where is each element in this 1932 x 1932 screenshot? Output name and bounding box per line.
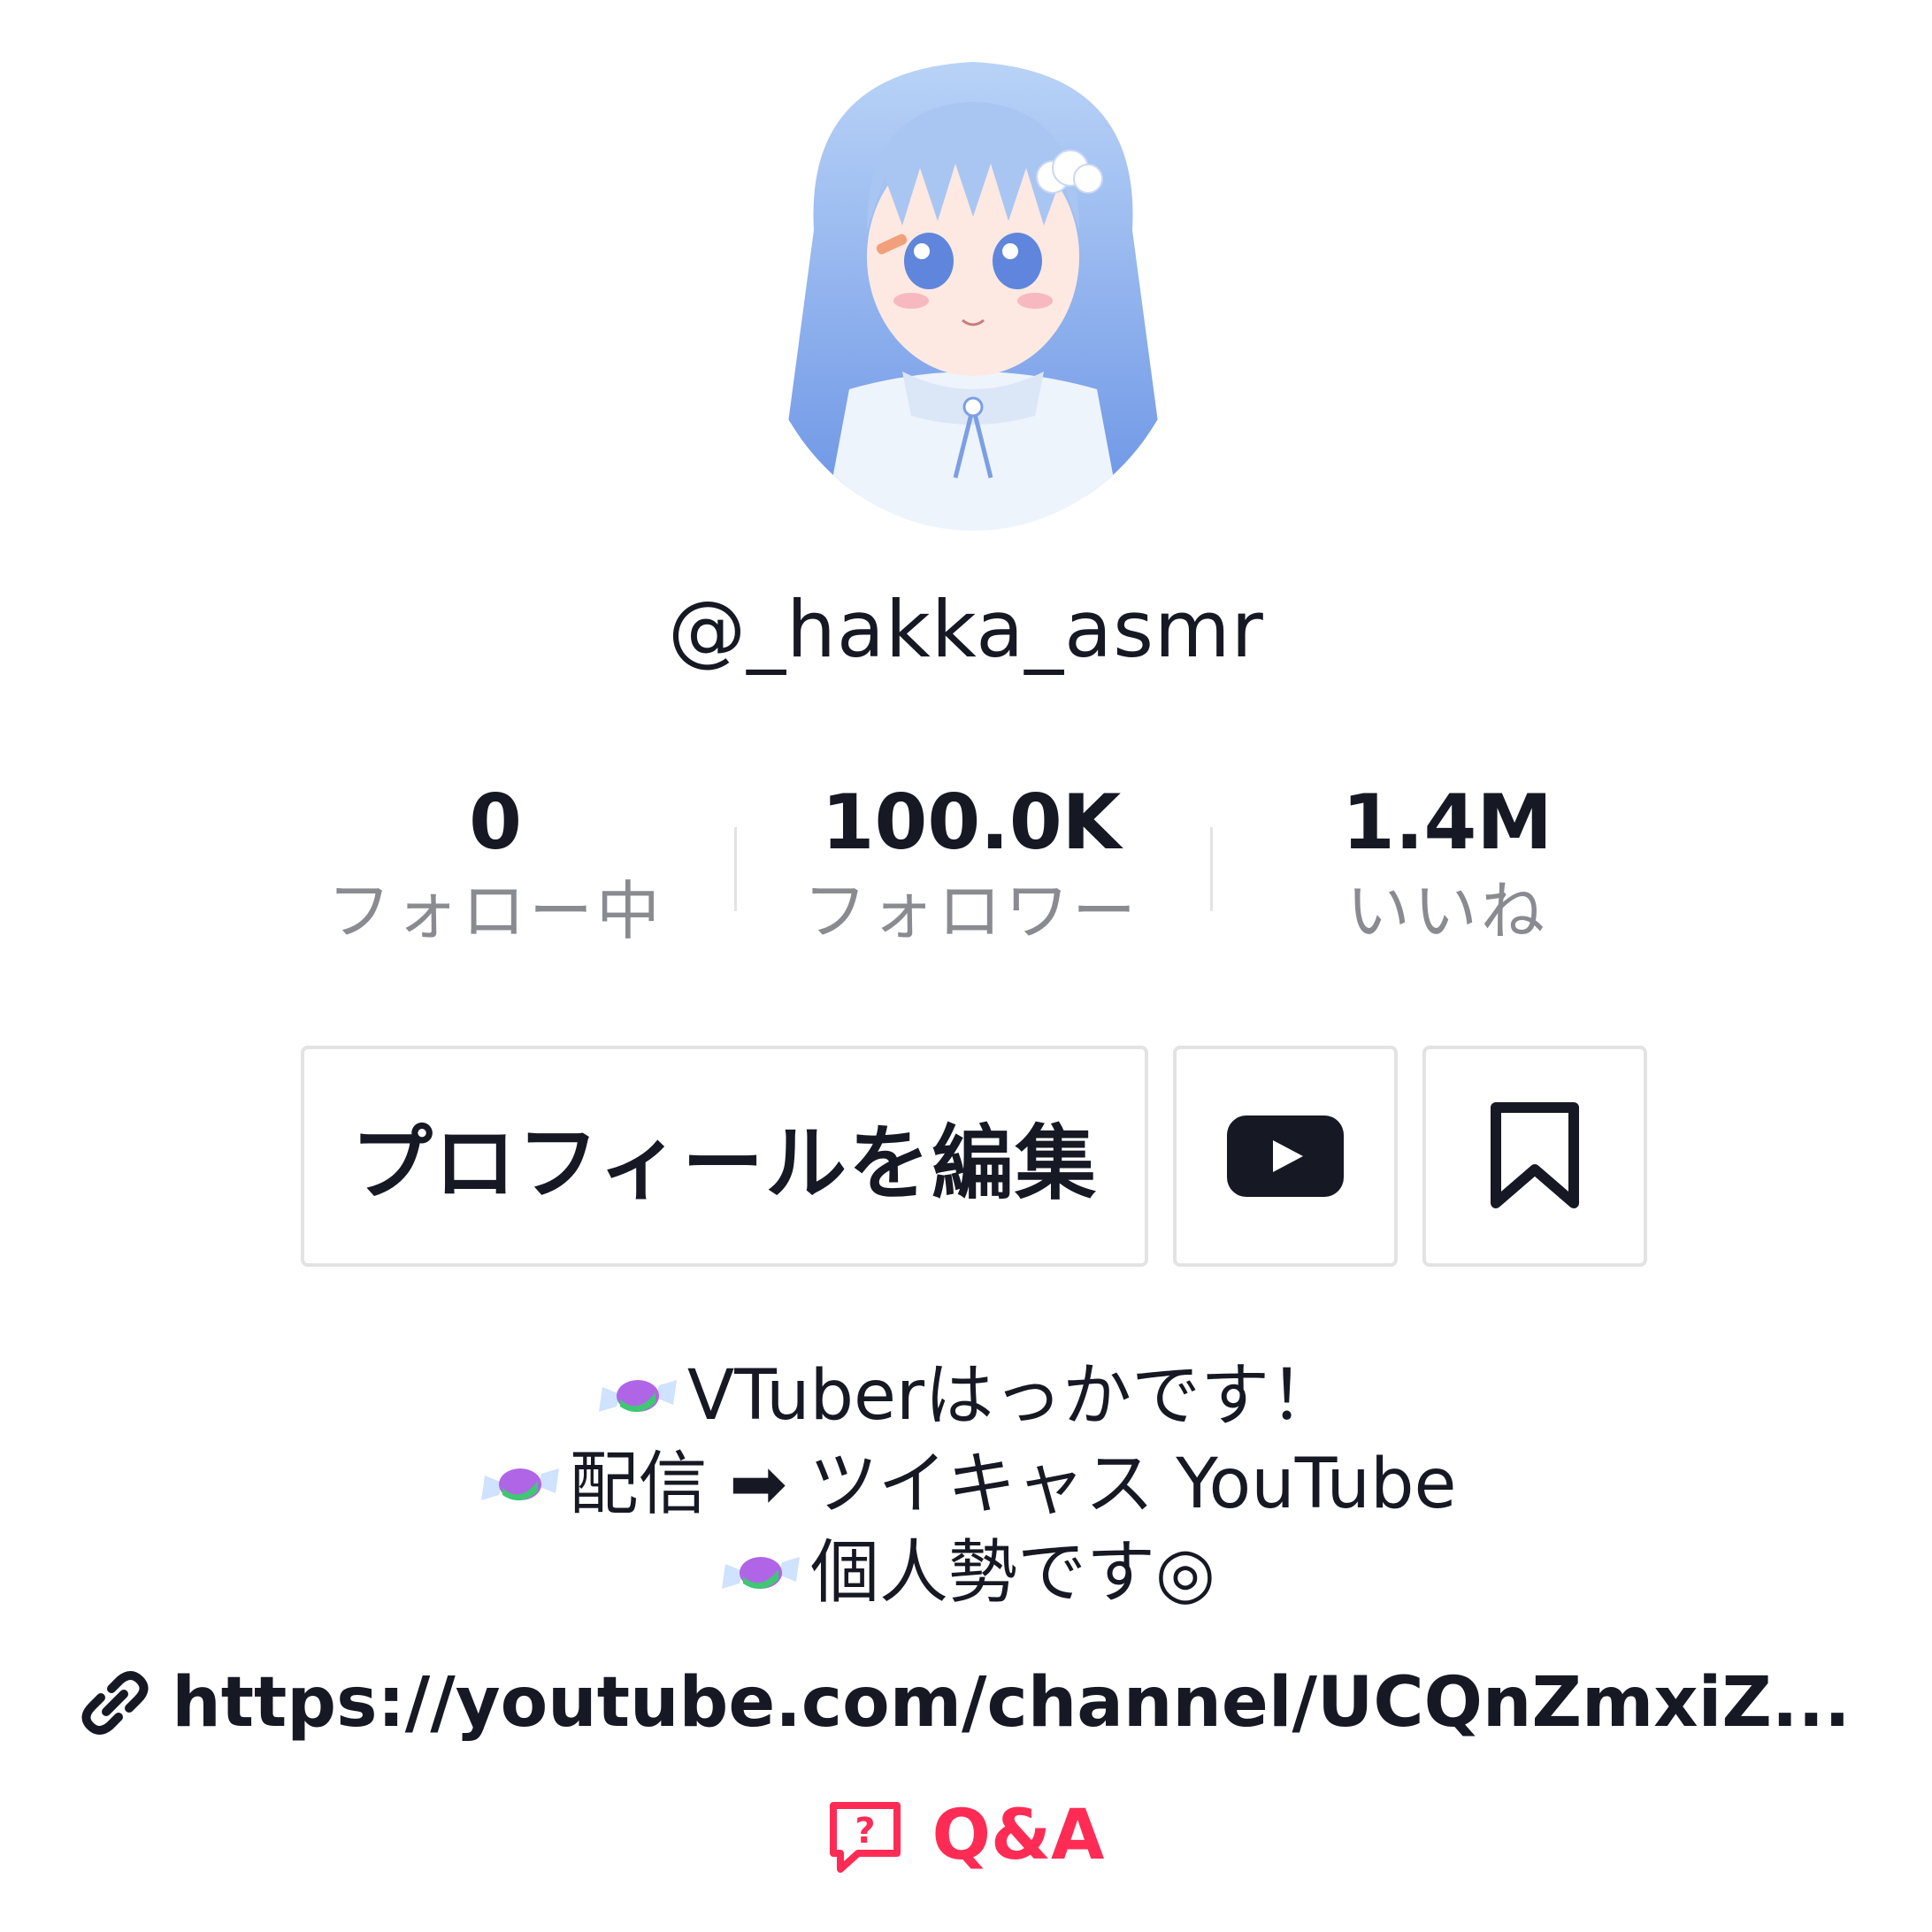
avatar-image: [752, 35, 1194, 531]
youtube-icon: [1227, 1116, 1344, 1197]
edit-profile-button[interactable]: プロフィールを編集: [301, 1046, 1148, 1267]
likes-label: いいね: [1346, 874, 1548, 948]
bio-line: 配信 ➡ ツイキャス YouTube: [0, 1440, 1932, 1529]
qa-button[interactable]: ? Q&A: [0, 1796, 1932, 1875]
avatar[interactable]: [752, 35, 1194, 531]
stat-followers[interactable]: 100.0K フォロワー: [777, 778, 1166, 955]
bio-line-3: 個人勢です◎: [809, 1533, 1216, 1613]
bio-line: 個人勢です◎: [0, 1529, 1932, 1617]
stat-divider: [1210, 827, 1213, 911]
profile-link-text[interactable]: https://youtube.com/channel/UCQnZmxiZ...: [172, 1663, 1851, 1743]
followers-count: 100.0K: [821, 778, 1122, 867]
following-label: フォロー中: [326, 874, 663, 948]
following-count: 0: [469, 778, 522, 867]
stat-likes[interactable]: 1.4M いいね: [1253, 778, 1642, 955]
candy-icon: [721, 1557, 800, 1590]
likes-count: 1.4M: [1342, 778, 1552, 867]
followers-label: フォロワー: [802, 874, 1139, 948]
bookmark-button[interactable]: [1422, 1046, 1647, 1267]
link-icon: [81, 1671, 149, 1735]
svg-text:?: ?: [855, 1811, 875, 1852]
bookmark-icon: [1491, 1102, 1579, 1208]
stats-row: 0 フォロー中 100.0K フォロワー 1.4M いいね: [0, 778, 1932, 955]
stat-following[interactable]: 0 フォロー中: [301, 778, 690, 955]
bio-line-2: 配信 ➡ ツイキャス YouTube: [569, 1445, 1457, 1524]
question-bubble-icon: ?: [829, 1802, 901, 1873]
bio-line: VTuberはっかです！: [0, 1352, 1932, 1440]
username: @_hakka_asmr: [668, 584, 1264, 675]
bio: VTuberはっかです！ 配信 ➡ ツイキャス YouTube 個人勢です◎: [0, 1352, 1932, 1617]
candy-icon: [598, 1380, 677, 1413]
youtube-button[interactable]: [1173, 1046, 1398, 1267]
stat-divider: [734, 827, 737, 911]
profile-link[interactable]: https://youtube.com/channel/UCQnZmxiZ...: [0, 1663, 1932, 1743]
candy-icon: [480, 1468, 559, 1501]
qa-label[interactable]: Q&A: [932, 1796, 1105, 1875]
bio-line-1: VTuberはっかです！: [686, 1356, 1339, 1436]
